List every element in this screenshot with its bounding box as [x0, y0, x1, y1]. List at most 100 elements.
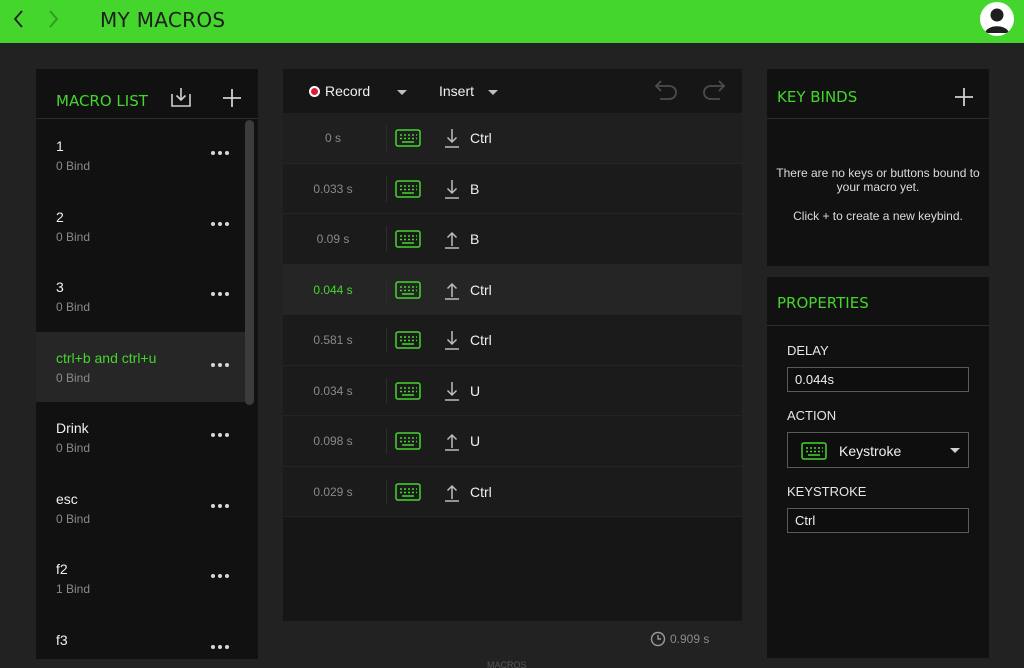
record-icon[interactable] [309, 86, 320, 97]
macro-name: ctrl+b and ctrl+u [56, 349, 157, 366]
sequence-list: 0 s Ctrl 0.033 s B 0.09 s B 0.044 s Ctrl [283, 113, 742, 517]
keyboard-icon [395, 280, 421, 299]
keyboard-icon [801, 442, 827, 460]
insert-dropdown-icon[interactable] [488, 90, 498, 95]
add-keybind-button[interactable] [953, 86, 975, 108]
key-label: Ctrl [470, 332, 492, 348]
key-label: Ctrl [470, 483, 492, 500]
footer-label: MACROS [487, 660, 527, 668]
macro-list-item-selected[interactable]: ctrl+b and ctrl+u 0 Bind [36, 331, 246, 402]
action-label: ACTION [787, 408, 837, 423]
macro-bind-count: 1 Bind [56, 582, 91, 596]
import-icon[interactable] [169, 85, 193, 109]
sequence-row-selected[interactable]: 0.044 s Ctrl [283, 264, 742, 315]
key-down-icon [445, 129, 459, 148]
delay-value: 0.098 s [313, 434, 353, 448]
keyboard-icon [395, 482, 421, 501]
sequence-row[interactable]: 0.034 s U [283, 365, 742, 416]
key-down-icon [445, 381, 459, 401]
divider [386, 377, 387, 404]
sequence-row[interactable]: 0.033 s B [283, 163, 742, 214]
divider [386, 175, 387, 202]
delay-input[interactable]: 0.044s [787, 367, 969, 392]
action-select-value: Keystroke [839, 443, 902, 459]
key-binds-header: KEY BINDS [767, 69, 989, 119]
key-binds-panel: KEY BINDS There are no keys or buttons b… [767, 69, 989, 266]
macro-bind-count: 0 Bind [56, 229, 91, 244]
macro-list-item[interactable]: esc 0 Bind [36, 473, 246, 544]
macro-list-item[interactable]: f2 1 Bind [36, 543, 246, 614]
key-label: B [470, 231, 480, 247]
macro-list-scrollbar[interactable] [245, 120, 254, 405]
key-down-icon [445, 179, 459, 199]
key-label: Ctrl [470, 130, 492, 146]
macro-list-item[interactable]: 1 0 Bind [36, 120, 246, 191]
delay-label: DELAY [787, 343, 829, 358]
keyboard-icon [395, 432, 421, 450]
chevron-down-icon [950, 448, 960, 453]
more-options-icon[interactable] [210, 644, 230, 650]
more-options-icon[interactable] [210, 432, 230, 438]
sequence-row[interactable]: 0 s Ctrl [283, 113, 742, 164]
divider [386, 226, 387, 252]
total-duration: 0.909 s [650, 630, 709, 648]
action-select[interactable]: Keystroke [787, 432, 969, 468]
page-title: MY MACROS [100, 8, 226, 32]
user-avatar-icon[interactable] [980, 2, 1014, 36]
divider [386, 327, 387, 353]
clock-icon [650, 631, 666, 647]
record-dropdown-icon[interactable] [397, 90, 407, 95]
delay-value: 0 s [324, 131, 341, 145]
top-bar: MY MACROS [0, 0, 1024, 43]
delay-value: 0.029 s [313, 484, 353, 499]
sequence-row[interactable]: 0.098 s U [283, 416, 742, 467]
properties-title: PROPERTIES [777, 294, 869, 312]
chevron-right-icon[interactable] [44, 8, 64, 30]
undo-icon[interactable] [652, 78, 678, 102]
macro-name: 3 [56, 279, 64, 295]
macro-list-item[interactable]: f3 [36, 614, 246, 660]
total-duration-value: 0.909 s [670, 632, 710, 646]
macro-list: 1 0 Bind 2 0 Bind 3 0 Bind ctrl+b and ct… [36, 120, 246, 659]
macro-name: 1 [56, 138, 64, 154]
key-up-icon [445, 484, 459, 502]
macro-name: 2 [56, 208, 64, 225]
macro-bind-count: 0 Bind [56, 300, 91, 314]
keystroke-input[interactable]: Ctrl [787, 508, 969, 533]
plus-icon [223, 89, 241, 107]
sequence-row[interactable]: 0.029 s Ctrl [283, 466, 742, 517]
keystroke-label: KEYSTROKE [787, 484, 867, 499]
divider [386, 125, 387, 151]
macro-list-item[interactable]: 3 0 Bind [36, 261, 246, 332]
add-macro-button[interactable] [221, 87, 243, 109]
key-label: U [470, 433, 481, 449]
more-options-icon[interactable] [210, 150, 230, 156]
redo-icon[interactable] [702, 78, 728, 102]
delay-value: 0.034 s [313, 383, 353, 398]
insert-button[interactable]: Insert [439, 83, 474, 99]
keyboard-icon [395, 381, 421, 400]
properties-header: PROPERTIES [767, 277, 989, 326]
chevron-left-icon[interactable] [8, 8, 28, 30]
divider [386, 478, 387, 505]
more-options-icon[interactable] [210, 573, 230, 579]
more-options-icon[interactable] [210, 291, 230, 297]
macro-list-header: MACRO LIST [36, 69, 258, 119]
divider [386, 276, 387, 303]
macro-list-panel: MACRO LIST 1 0 Bind 2 0 Bind 3 0 Bind ct… [36, 69, 258, 659]
sequence-row[interactable]: 0.581 s Ctrl [283, 315, 742, 366]
macro-list-item[interactable]: 2 0 Bind [36, 191, 246, 262]
key-binds-hint: Click + to create a new keybind. [793, 209, 963, 223]
delay-value: 0.09 s [316, 232, 350, 246]
keyboard-icon [395, 129, 421, 147]
macro-sequence-panel: Record Insert 0 s Ctrl 0.033 s B 0.09 s [283, 69, 742, 621]
sequence-row[interactable]: 0.09 s B [283, 214, 742, 265]
macro-name: esc [56, 490, 78, 507]
record-button[interactable]: Record [325, 83, 370, 99]
more-options-icon[interactable] [210, 362, 230, 368]
macro-list-item[interactable]: Drink 0 Bind [36, 402, 246, 473]
more-options-icon[interactable] [210, 221, 230, 227]
keyboard-icon [395, 230, 421, 248]
more-options-icon[interactable] [210, 503, 230, 509]
macro-bind-count: 0 Bind [56, 511, 91, 526]
